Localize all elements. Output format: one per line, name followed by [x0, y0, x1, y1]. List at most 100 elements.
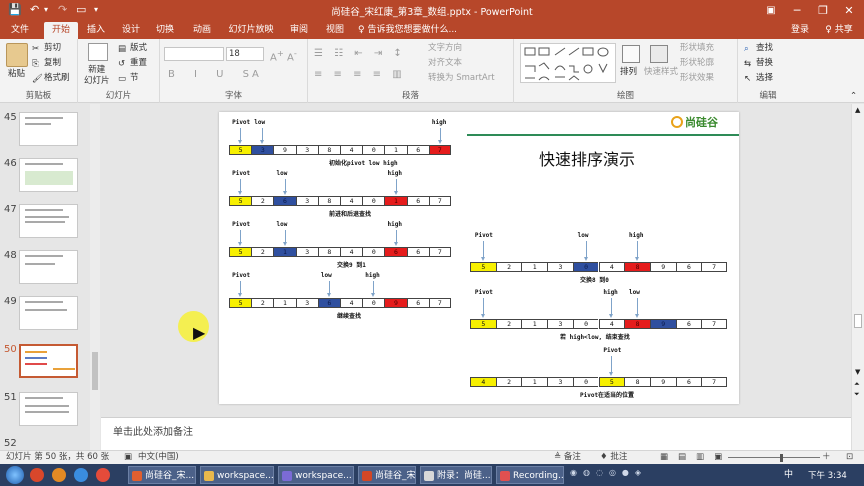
- shape-outline-button[interactable]: 形状轮廓: [680, 58, 714, 69]
- text-direction-button[interactable]: 文字方向: [428, 43, 462, 54]
- notes-placeholder: 单击此处添加备注: [113, 427, 193, 438]
- collapse-ribbon-icon[interactable]: ⌃: [850, 91, 857, 102]
- close-button[interactable]: ✕: [836, 0, 862, 22]
- browser-icon[interactable]: [74, 468, 88, 482]
- task-ppt-1[interactable]: 尚硅谷_宋...: [128, 466, 196, 484]
- comments-toggle[interactable]: ♦ 批注: [600, 451, 627, 464]
- thumb-slide-47[interactable]: [19, 204, 78, 238]
- replace-button[interactable]: ⇆ 替换: [744, 58, 773, 69]
- format-painter-button[interactable]: 🖌格式刷: [32, 73, 70, 84]
- slide-scroll-thumb[interactable]: [854, 314, 862, 328]
- quick-style-button[interactable]: 快速样式: [644, 67, 678, 78]
- language-indicator[interactable]: 中文(中国): [138, 451, 179, 464]
- pointer-label: Pivot: [232, 170, 251, 177]
- paste-icon[interactable]: [6, 43, 28, 67]
- font-style-buttons[interactable]: B I U S: [168, 69, 257, 80]
- zoom-slider-thumb[interactable]: [780, 454, 783, 462]
- tray-icons[interactable]: ◉◍◌◎●◈: [570, 468, 760, 482]
- tell-me-box[interactable]: ♀ 告诉我您想要做什么...: [358, 22, 457, 39]
- zoom-in-button[interactable]: ＋: [822, 451, 831, 464]
- font-name-input[interactable]: [164, 47, 224, 61]
- array-cell: 2: [495, 262, 522, 272]
- spellcheck-icon[interactable]: ▣: [124, 451, 132, 464]
- thumb-slide-50-selected[interactable]: [19, 344, 78, 378]
- new-slide-icon[interactable]: [88, 43, 108, 61]
- grow-font-icon[interactable]: A+ A-: [270, 48, 297, 63]
- tab-animations[interactable]: 动画: [186, 22, 218, 39]
- task-ppt-2[interactable]: 尚硅谷_宋...: [358, 466, 416, 484]
- zoom-slider[interactable]: [728, 457, 820, 458]
- reset-button[interactable]: ↺ 重置: [118, 58, 147, 69]
- tab-file[interactable]: 文件: [4, 22, 36, 39]
- shape-effect-button[interactable]: 形状效果: [680, 73, 714, 84]
- thumb-slide-51[interactable]: [19, 392, 78, 426]
- fit-window-icon[interactable]: ⊡: [846, 451, 853, 464]
- slide-scrollbar[interactable]: ▲ ▼ ⏶ ⏷: [851, 104, 864, 450]
- app-icon-1[interactable]: [30, 468, 44, 482]
- minimize-button[interactable]: ─: [784, 0, 810, 22]
- task-workspace-2[interactable]: workspace...: [278, 466, 354, 484]
- layout-button[interactable]: ▤ 版式: [118, 43, 147, 54]
- task-workspace-1[interactable]: workspace...: [200, 466, 274, 484]
- font-size-input[interactable]: 18: [226, 47, 264, 61]
- copy-button[interactable]: ⎘ 复制: [32, 58, 61, 69]
- scroll-down-icon[interactable]: ▼: [855, 368, 860, 376]
- array-cell: 9: [649, 262, 676, 272]
- array-cell: 7: [701, 319, 727, 329]
- shape-fill-button[interactable]: 形状填充: [680, 43, 714, 54]
- shapes-gallery[interactable]: [520, 43, 616, 83]
- thumb-slide-45[interactable]: [19, 112, 78, 146]
- array-cell: 2: [251, 247, 274, 257]
- task-pdf[interactable]: 附录：尚硅...: [420, 466, 492, 484]
- thumbnail-scroll-thumb[interactable]: [92, 352, 98, 390]
- tab-design[interactable]: 设计: [116, 22, 146, 39]
- thumb-number: 46: [4, 158, 17, 169]
- tab-transitions[interactable]: 切换: [150, 22, 180, 39]
- tab-view[interactable]: 视图: [320, 22, 350, 39]
- tab-slideshow[interactable]: 幻灯片放映: [226, 22, 276, 39]
- zoom-out-button[interactable]: －: [714, 451, 723, 464]
- array-cell: 0: [362, 247, 385, 257]
- slide-canvas[interactable]: 尚硅谷 快速排序演示 5 3 9 3 8 4 0 1 6 7 Pivot low high 初始化pivo…: [219, 112, 739, 404]
- cut-button[interactable]: ✂ 剪切: [32, 43, 61, 54]
- arrange-button[interactable]: 排列: [620, 67, 637, 78]
- section-button[interactable]: ▭ 节: [118, 73, 139, 84]
- pointer-label: Pivot: [232, 119, 251, 126]
- task-recording[interactable]: Recording...: [496, 466, 564, 484]
- new-slide-button[interactable]: 新建 幻灯片: [84, 65, 110, 87]
- quick-style-icon[interactable]: [650, 45, 668, 63]
- start-button-icon[interactable]: [6, 466, 24, 484]
- tab-review[interactable]: 审阅: [284, 22, 314, 39]
- arrange-icon[interactable]: [622, 45, 640, 63]
- thumb-slide-46[interactable]: [19, 158, 78, 192]
- pointer-arrow: [437, 128, 442, 144]
- paste-button[interactable]: 粘贴: [8, 69, 25, 80]
- ribbon-display-icon[interactable]: ▣: [758, 0, 784, 22]
- thumb-slide-48[interactable]: [19, 250, 78, 284]
- scroll-up-icon[interactable]: ▲: [855, 106, 860, 114]
- next-slide-icon[interactable]: ⏷: [854, 390, 860, 399]
- find-button[interactable]: ⌕ 查找: [744, 43, 773, 54]
- thumb-slide-49[interactable]: [19, 296, 78, 330]
- share-button[interactable]: ♀ 共享: [818, 22, 860, 39]
- array-cell: 2: [251, 196, 274, 206]
- tab-home[interactable]: 开始: [44, 22, 78, 39]
- thumbnail-scrollbar[interactable]: [90, 104, 100, 450]
- smartart-button[interactable]: 转换为 SmartArt: [428, 73, 495, 84]
- login-link[interactable]: 登录: [786, 22, 814, 39]
- ime-indicator[interactable]: 中: [784, 467, 793, 480]
- notes-pane[interactable]: 单击此处添加备注: [101, 417, 851, 450]
- array-cell: 5: [598, 377, 625, 387]
- folder-icon[interactable]: [52, 468, 66, 482]
- select-button[interactable]: ↖ 选择: [744, 73, 773, 84]
- align-text-button[interactable]: 对齐文本: [428, 58, 462, 69]
- notes-toggle[interactable]: ≜ 备注: [554, 451, 581, 464]
- tab-insert[interactable]: 插入: [80, 22, 112, 39]
- list-buttons[interactable]: ☰ ☷ ⇤ ⇥ ↕: [314, 48, 406, 59]
- prev-slide-icon[interactable]: ⏶: [854, 380, 860, 389]
- align-buttons[interactable]: ≡ ≡ ≡ ≡ ▥: [314, 69, 406, 80]
- clock[interactable]: 下午 3:34: [808, 469, 847, 481]
- restore-button[interactable]: ❐: [810, 0, 836, 22]
- chrome-icon[interactable]: [96, 468, 110, 482]
- font-color-icon[interactable]: A: [252, 69, 259, 80]
